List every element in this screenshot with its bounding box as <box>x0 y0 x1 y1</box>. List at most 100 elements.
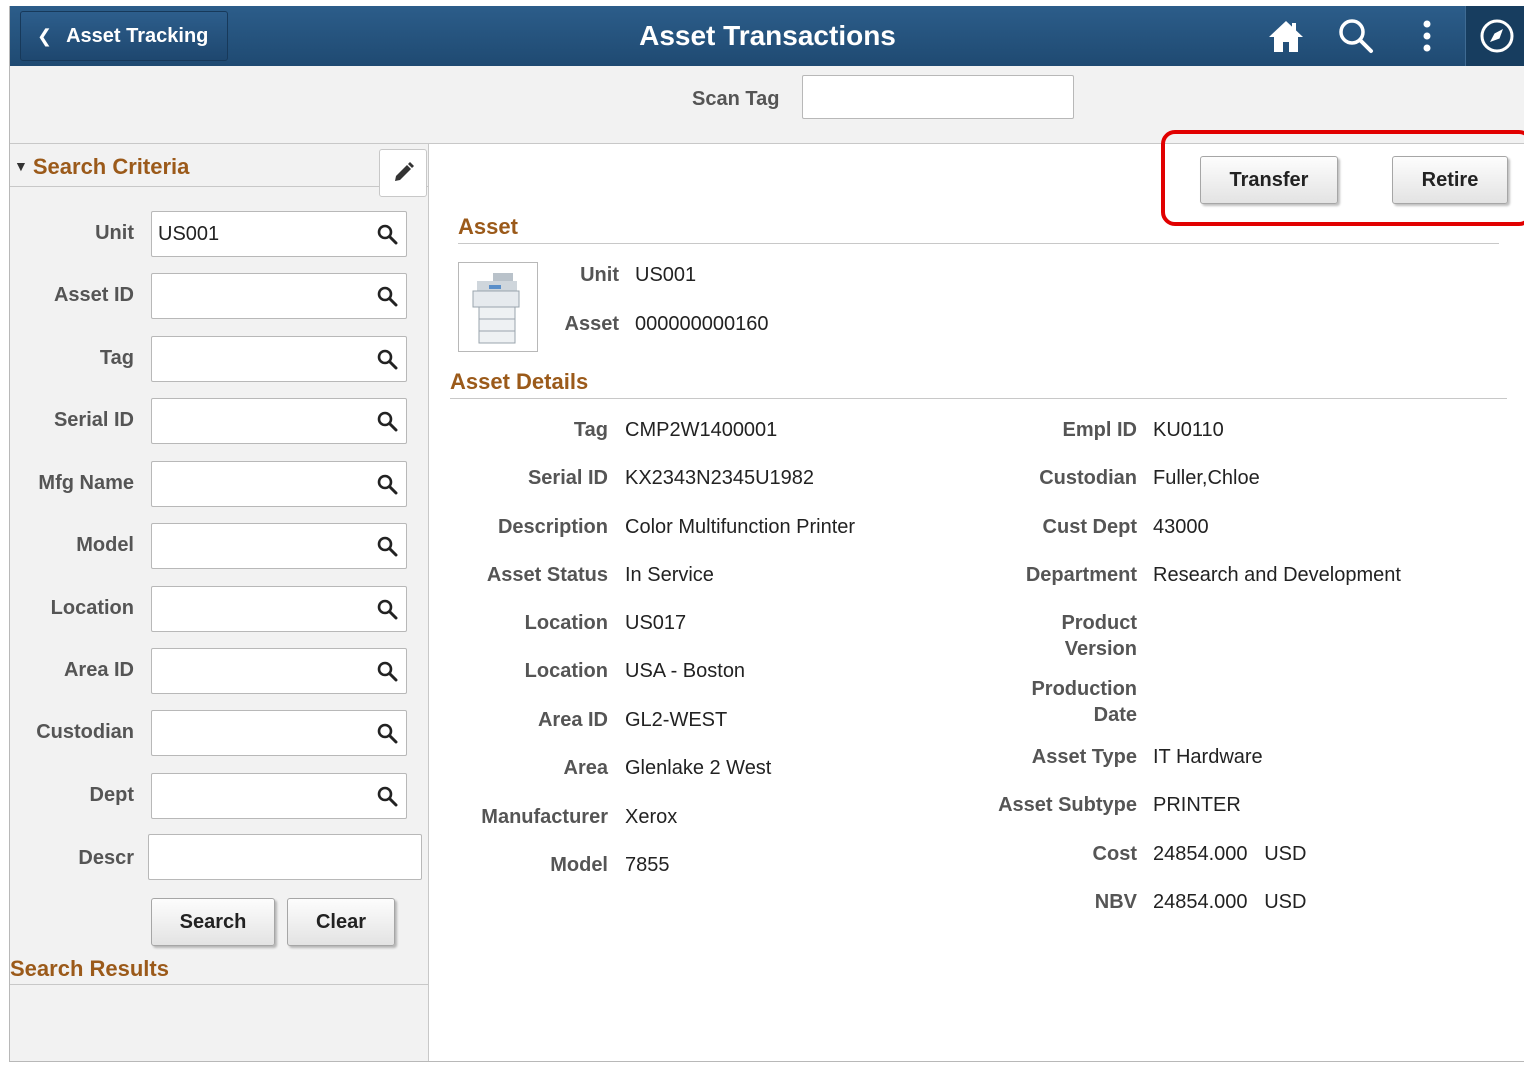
location-label: Location <box>50 597 134 619</box>
lookup-icon[interactable] <box>376 598 398 620</box>
search-criteria-toggle[interactable]: ▼ Search Criteria <box>14 154 189 180</box>
lookup-icon[interactable] <box>376 535 398 557</box>
detail-serial-id-value: KX2343N2345U1982 <box>625 467 815 489</box>
mfg-name-input[interactable] <box>151 461 407 507</box>
area-id-label: Area ID <box>63 659 134 681</box>
lookup-icon[interactable] <box>376 785 398 807</box>
detail-asset-type-value: IT Hardware <box>1153 746 1263 768</box>
lookup-icon[interactable] <box>376 348 398 370</box>
detail-area-value: Glenlake 2 West <box>625 757 772 779</box>
detail-model-value: 7855 <box>625 854 670 876</box>
detail-custodian-value: Fuller,Chloe <box>1153 467 1260 489</box>
detail-cost-value: 24854.000 USD <box>1153 843 1307 865</box>
location-input[interactable] <box>151 586 407 632</box>
detail-cust-dept-value: 43000 <box>1153 516 1209 538</box>
home-icon[interactable] <box>1266 16 1306 56</box>
detail-cust-dept-label: Cust Dept <box>1042 516 1137 538</box>
detail-empl-id-label: Empl ID <box>1062 419 1137 441</box>
search-button[interactable]: Search <box>151 898 275 946</box>
detail-cost-label: Cost <box>1092 843 1137 865</box>
asset-id-label: Asset <box>564 313 619 335</box>
tag-label: Tag <box>99 347 134 369</box>
detail-location-label: Location <box>524 612 608 634</box>
lookup-icon[interactable] <box>376 473 398 495</box>
serial-id-label: Serial ID <box>53 409 134 431</box>
pencil-icon <box>395 162 414 181</box>
detail-product-version-label: Product Version <box>1061 612 1137 660</box>
lookup-icon[interactable] <box>376 223 398 245</box>
detail-asset-status-value: In Service <box>625 564 714 586</box>
descr-input[interactable] <box>148 834 422 880</box>
clear-button[interactable]: Clear <box>287 898 395 946</box>
detail-location-value: US017 <box>625 612 687 634</box>
unit-label: Unit <box>95 222 134 244</box>
search-icon[interactable] <box>1336 16 1376 56</box>
asset-section-title: Asset <box>458 214 518 239</box>
app-frame: ❮ Asset Tracking Asset Transactions Scan… <box>9 6 1524 1062</box>
printer-image <box>472 273 520 344</box>
area-id-input[interactable] <box>151 648 407 694</box>
asset-unit-value: US001 <box>635 264 697 286</box>
detail-manufacturer-label: Manufacturer <box>481 806 608 828</box>
custodian-label: Custodian <box>36 721 134 743</box>
asset-image <box>458 262 538 352</box>
lookup-icon[interactable] <box>376 410 398 432</box>
detail-area-label: Area <box>563 757 608 779</box>
unit-input[interactable]: US001 <box>151 211 407 257</box>
detail-department-value: Research and Development <box>1153 564 1401 586</box>
asset-id-value: 000000000160 <box>635 313 769 335</box>
asset-unit-label: Unit <box>580 264 619 286</box>
detail-location-descr-label: Location <box>524 660 608 682</box>
detail-model-label: Model <box>550 854 608 876</box>
serial-id-input[interactable] <box>151 398 407 444</box>
dept-label: Dept <box>89 784 134 806</box>
detail-manufacturer-value: Xerox <box>625 806 678 828</box>
caret-down-icon: ▼ <box>14 158 28 174</box>
lookup-icon[interactable] <box>376 285 398 307</box>
back-button-label: Asset Tracking <box>66 24 209 47</box>
detail-asset-status-label: Asset Status <box>486 564 608 586</box>
header-bar: ❮ Asset Tracking Asset Transactions <box>10 6 1524 66</box>
detail-nbv-value: 24854.000 USD <box>1153 891 1307 913</box>
detail-custodian-label: Custodian <box>1039 467 1137 489</box>
transfer-button[interactable]: Transfer <box>1200 156 1338 204</box>
detail-area-id-label: Area ID <box>537 709 608 731</box>
detail-description-label: Description <box>497 516 608 538</box>
asset-details-title: Asset Details <box>450 369 589 394</box>
navigator-compass-icon[interactable] <box>1477 16 1517 56</box>
divider <box>10 984 428 985</box>
detail-tag-label: Tag <box>573 419 608 441</box>
search-criteria-header: ▼ Search Criteria <box>10 144 428 187</box>
scan-tag-input[interactable] <box>802 75 1074 119</box>
asset-id-label: Asset ID <box>53 284 134 306</box>
detail-asset-subtype-value: PRINTER <box>1153 794 1241 816</box>
detail-tag-value: CMP2W1400001 <box>625 419 778 441</box>
divider <box>450 398 1507 399</box>
edit-criteria-button[interactable] <box>379 149 427 197</box>
detail-description-value: Color Multifunction Printer <box>625 516 856 538</box>
chevron-left-icon: ❮ <box>37 25 53 46</box>
detail-production-date-label: Production Date <box>1031 678 1137 726</box>
dept-input[interactable] <box>151 773 407 819</box>
detail-area-id-value: GL2-WEST <box>625 709 728 731</box>
mfg-name-label: Mfg Name <box>38 472 134 494</box>
detail-nbv-label: NBV <box>1094 891 1137 913</box>
detail-department-label: Department <box>1025 564 1137 586</box>
search-criteria-panel: ▼ Search Criteria Unit US001 Asset ID Tag… <box>10 144 429 1061</box>
lookup-icon[interactable] <box>376 722 398 744</box>
detail-asset-subtype-label: Asset Subtype <box>998 794 1137 816</box>
detail-location-descr-value: USA - Boston <box>625 660 746 682</box>
asset-id-input[interactable] <box>151 273 407 319</box>
model-label: Model <box>76 534 134 556</box>
detail-asset-type-label: Asset Type <box>1031 746 1137 768</box>
lookup-icon[interactable] <box>376 660 398 682</box>
model-input[interactable] <box>151 523 407 569</box>
retire-button[interactable]: Retire <box>1392 156 1508 204</box>
back-button[interactable]: ❮ Asset Tracking <box>20 11 228 61</box>
divider <box>458 243 1499 244</box>
tag-input[interactable] <box>151 336 407 382</box>
search-results-title: Search Results <box>10 956 169 981</box>
custodian-input[interactable] <box>151 710 407 756</box>
more-vertical-icon[interactable] <box>1407 16 1447 56</box>
detail-serial-id-label: Serial ID <box>527 467 608 489</box>
